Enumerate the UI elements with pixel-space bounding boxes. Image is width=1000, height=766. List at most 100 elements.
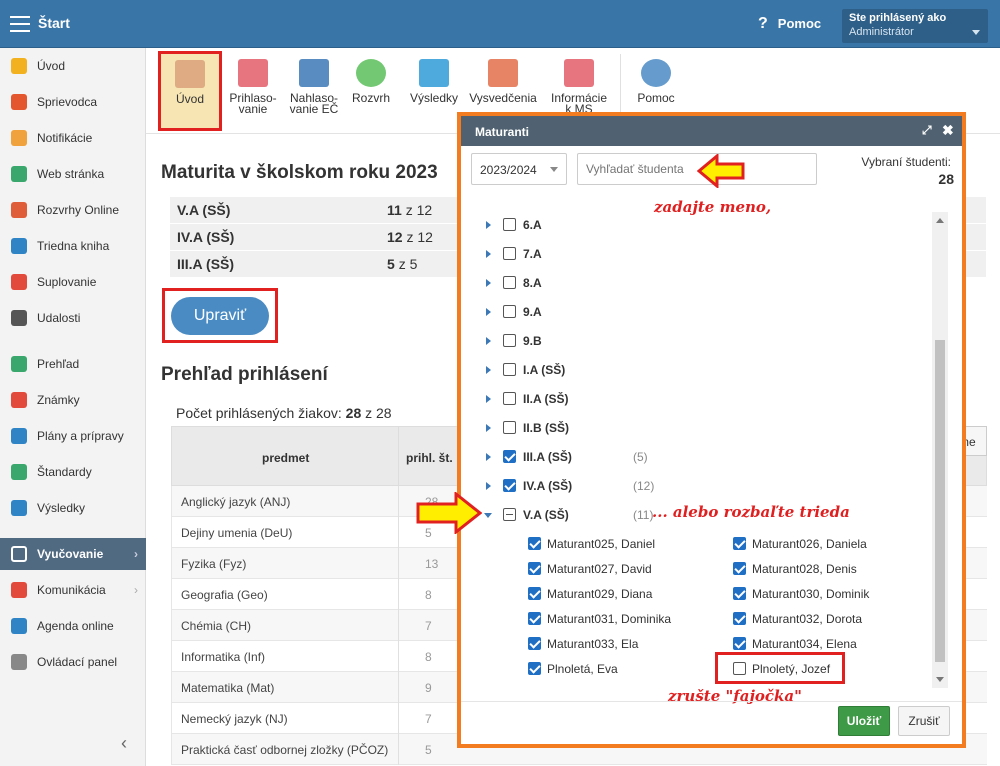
- student-checkbox[interactable]: [733, 637, 746, 650]
- toolbar-item-4[interactable]: Výsledky: [404, 53, 464, 129]
- registered-count: Počet prihlásených žiakov: 28 z 28: [176, 405, 392, 421]
- tree-node[interactable]: 8.A: [486, 275, 686, 297]
- sidebar-item-13[interactable]: Vyučovanie ›: [0, 538, 146, 570]
- student-checkbox[interactable]: [528, 562, 541, 575]
- sidebar-item-14[interactable]: Komunikácia ›: [0, 574, 146, 606]
- collapse-sidebar-icon[interactable]: ‹: [121, 733, 127, 754]
- student-item[interactable]: Plnoletá, Eva: [528, 661, 718, 681]
- edit-button[interactable]: Upraviť: [171, 297, 269, 335]
- caret-right-icon[interactable]: [486, 424, 491, 432]
- caret-down-icon[interactable]: [484, 513, 492, 518]
- tree-node[interactable]: III.A (SŠ) (5): [486, 449, 686, 471]
- class-checkbox[interactable]: [503, 305, 516, 318]
- class-checkbox[interactable]: [503, 218, 516, 231]
- tree-node[interactable]: 9.A: [486, 304, 686, 326]
- student-checkbox[interactable]: [528, 612, 541, 625]
- sidebar-item-4[interactable]: Rozvrhy Online: [0, 194, 146, 226]
- student-item[interactable]: Maturant032, Dorota: [733, 611, 923, 631]
- tree-node[interactable]: 6.A: [486, 217, 686, 239]
- sidebar-item-2[interactable]: Notifikácie: [0, 122, 146, 154]
- sidebar-item-16[interactable]: Ovládací panel: [0, 646, 146, 678]
- student-item[interactable]: Maturant027, David: [528, 561, 718, 581]
- student-checkbox[interactable]: [733, 537, 746, 550]
- certificate-icon: [488, 59, 518, 87]
- expand-icon[interactable]: ⤢: [922, 123, 932, 138]
- sidebar-item-0[interactable]: Úvod: [0, 50, 146, 82]
- student-item[interactable]: Maturant028, Denis: [733, 561, 923, 581]
- tree-node[interactable]: 9.B: [486, 333, 686, 355]
- sidebar-item-label: Ovládací panel: [37, 655, 118, 669]
- sidebar-item-label: Notifikácie: [37, 131, 93, 145]
- year-select[interactable]: 2023/2024: [471, 153, 567, 185]
- subject-name: Praktická časť odbornej zložky (PČOZ): [181, 743, 389, 757]
- sidebar-item-12[interactable]: Výsledky: [0, 492, 146, 524]
- user-menu[interactable]: Ste prihlásený ako Administrátor: [842, 9, 988, 43]
- tree-node[interactable]: II.A (SŠ): [486, 391, 686, 413]
- sidebar-item-9[interactable]: Známky: [0, 384, 146, 416]
- toolbar-item-0[interactable]: Úvod: [158, 51, 222, 131]
- caret-right-icon[interactable]: [486, 308, 491, 316]
- sidebar-item-1[interactable]: Sprievodca: [0, 86, 146, 118]
- class-checkbox[interactable]: [503, 392, 516, 405]
- caret-right-icon[interactable]: [486, 221, 491, 229]
- sidebar-item-7[interactable]: Udalosti: [0, 302, 146, 334]
- student-checkbox[interactable]: [733, 562, 746, 575]
- student-checkbox[interactable]: [528, 637, 541, 650]
- bar-chart-icon: [11, 500, 27, 516]
- student-item[interactable]: Maturant030, Dominik: [733, 586, 923, 606]
- scroll-down-icon[interactable]: [936, 677, 944, 682]
- student-item[interactable]: Maturant025, Daniel: [528, 536, 718, 556]
- help-link[interactable]: ? Pomoc: [758, 15, 821, 33]
- caret-right-icon[interactable]: [486, 482, 491, 490]
- tree-node[interactable]: 7.A: [486, 246, 686, 268]
- class-checkbox[interactable]: [503, 276, 516, 289]
- student-item[interactable]: Maturant031, Dominika: [528, 611, 718, 631]
- sidebar-item-8[interactable]: Prehľad: [0, 348, 146, 380]
- caret-right-icon[interactable]: [486, 366, 491, 374]
- class-checkbox[interactable]: [503, 508, 516, 521]
- student-checkbox[interactable]: [528, 587, 541, 600]
- student-item[interactable]: Maturant026, Daniela: [733, 536, 923, 556]
- save-button[interactable]: Uložiť: [838, 706, 890, 736]
- student-checkbox[interactable]: [733, 612, 746, 625]
- sidebar-item-6[interactable]: Suplovanie: [0, 266, 146, 298]
- class-checkbox[interactable]: [503, 363, 516, 376]
- caret-right-icon[interactable]: [486, 337, 491, 345]
- class-checkbox[interactable]: [503, 450, 516, 463]
- class-checkbox[interactable]: [503, 421, 516, 434]
- scroll-thumb[interactable]: [935, 340, 945, 662]
- close-icon[interactable]: ✖: [942, 122, 954, 139]
- student-item[interactable]: Maturant029, Diana: [528, 586, 718, 606]
- tree-node[interactable]: I.A (SŠ): [486, 362, 686, 384]
- scrollbar[interactable]: [932, 212, 948, 688]
- student-checkbox[interactable]: [733, 587, 746, 600]
- student-checkbox[interactable]: [528, 662, 541, 675]
- student-checkbox[interactable]: [528, 537, 541, 550]
- subject-count: 8: [425, 650, 432, 664]
- caret-right-icon[interactable]: [486, 395, 491, 403]
- tree-node[interactable]: IV.A (SŠ) (12): [486, 478, 686, 500]
- class-checkbox[interactable]: [503, 479, 516, 492]
- caret-right-icon[interactable]: [486, 453, 491, 461]
- menu-icon[interactable]: [10, 16, 30, 32]
- sidebar-item-5[interactable]: Triedna kniha: [0, 230, 146, 262]
- class-checkbox[interactable]: [503, 334, 516, 347]
- column-subject: predmet: [262, 451, 310, 465]
- sidebar-item-15[interactable]: Agenda online: [0, 610, 146, 642]
- tree-node[interactable]: II.B (SŠ): [486, 420, 686, 442]
- toolbar-item-2[interactable]: Nahlaso- vanie EČ: [284, 53, 344, 129]
- sidebar-item-3[interactable]: Web stránka: [0, 158, 146, 190]
- app-title[interactable]: Štart: [38, 15, 70, 31]
- scroll-up-icon[interactable]: [936, 218, 944, 223]
- caret-right-icon[interactable]: [486, 279, 491, 287]
- sidebar-item-label: Štandardy: [37, 465, 92, 479]
- toolbar-item-3[interactable]: Rozvrh: [346, 53, 396, 129]
- toolbar-item-1[interactable]: Prihlaso- vanie: [224, 53, 282, 129]
- student-item[interactable]: Maturant033, Ela: [528, 636, 718, 656]
- caret-right-icon[interactable]: [486, 250, 491, 258]
- cancel-button[interactable]: Zrušiť: [898, 706, 950, 736]
- sidebar-item-11[interactable]: Štandardy: [0, 456, 146, 488]
- selected-label: Vybraní študenti:: [861, 155, 951, 169]
- class-checkbox[interactable]: [503, 247, 516, 260]
- sidebar-item-10[interactable]: Plány a prípravy: [0, 420, 146, 452]
